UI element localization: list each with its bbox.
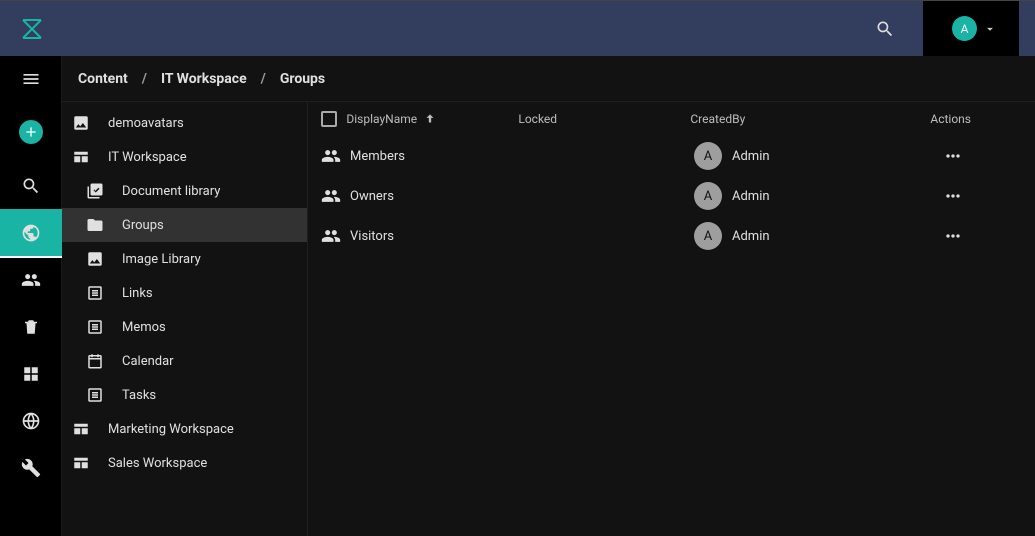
chevron-down-icon	[983, 22, 997, 36]
tree-item-label: IT Workspace	[108, 150, 187, 165]
sort-asc-icon	[423, 112, 437, 126]
tree-item-label: Image Library	[122, 252, 201, 267]
rail-search[interactable]	[0, 162, 62, 209]
group-icon	[318, 186, 344, 206]
workspace-icon	[70, 454, 92, 472]
rail-globe[interactable]	[0, 397, 62, 444]
rail-trash[interactable]	[0, 303, 62, 350]
list-icon	[84, 386, 106, 404]
tree-item-label: Document library	[122, 184, 220, 199]
doclib-icon	[84, 182, 106, 200]
breadcrumb-sep: /	[261, 71, 266, 87]
body: Content / IT Workspace / Groups demoavat…	[0, 56, 1035, 536]
tree-item-label: Links	[122, 286, 153, 301]
tree-item-label: demoavatars	[108, 116, 184, 131]
tree-item-label: Marketing Workspace	[108, 422, 234, 437]
tree-item[interactable]: Sales Workspace	[62, 446, 307, 480]
column-label: Locked	[518, 112, 557, 126]
avatar: A	[694, 182, 722, 210]
createdby-name: Admin	[732, 189, 770, 204]
top-bar: A	[0, 0, 1035, 56]
row-actions-button[interactable]	[943, 226, 963, 246]
rail-settings[interactable]	[0, 444, 62, 491]
cell-name: Members	[350, 149, 522, 164]
tree-item[interactable]: Groups	[62, 208, 307, 242]
workspace-icon	[70, 420, 92, 438]
cell-actions	[934, 146, 1025, 166]
column-label: CreatedBy	[690, 112, 745, 126]
createdby-name: Admin	[732, 229, 770, 244]
column-actions: Actions	[930, 112, 1025, 126]
breadcrumb-item[interactable]: Content	[78, 71, 128, 87]
breadcrumb-item[interactable]: IT Workspace	[161, 71, 247, 87]
cell-createdby: A Admin	[694, 182, 934, 210]
image-icon	[84, 250, 106, 268]
rail-apps[interactable]	[0, 350, 62, 397]
row-actions-button[interactable]	[943, 186, 963, 206]
avatar: A	[952, 16, 977, 41]
table-row[interactable]: Owners A Admin	[308, 176, 1035, 216]
tree-item[interactable]: Calendar	[62, 344, 307, 378]
tree-item-label: Groups	[122, 218, 164, 233]
row-actions-button[interactable]	[943, 146, 963, 166]
breadcrumb-sep: /	[142, 71, 147, 87]
rail-content[interactable]	[0, 209, 62, 256]
cell-name: Visitors	[350, 229, 522, 244]
column-locked[interactable]: Locked	[518, 112, 690, 126]
cell-createdby: A Admin	[694, 222, 934, 250]
image-icon	[70, 114, 92, 132]
table-row[interactable]: Visitors A Admin	[308, 216, 1035, 256]
table-row[interactable]: Members A Admin	[308, 136, 1035, 176]
cell-name: Owners	[350, 189, 522, 204]
column-label: Actions	[930, 112, 971, 126]
add-button[interactable]	[0, 102, 62, 162]
column-displayname[interactable]: DisplayName	[346, 112, 518, 126]
tree-item-label: Tasks	[122, 388, 156, 403]
tree-item[interactable]: Image Library	[62, 242, 307, 276]
tree-item-label: Sales Workspace	[108, 456, 207, 471]
breadcrumb: Content / IT Workspace / Groups	[62, 56, 1035, 102]
select-all-checkbox[interactable]	[318, 111, 340, 127]
main: Content / IT Workspace / Groups demoavat…	[62, 56, 1035, 536]
tree-item[interactable]: Links	[62, 276, 307, 310]
calendar-icon	[84, 352, 106, 370]
tree: demoavatars IT Workspace Document library G…	[62, 102, 308, 536]
createdby-name: Admin	[732, 149, 770, 164]
tree-item-label: Memos	[122, 320, 166, 335]
app-logo[interactable]	[20, 17, 44, 41]
tree-item[interactable]: demoavatars	[62, 106, 307, 140]
column-createdby[interactable]: CreatedBy	[690, 112, 930, 126]
tree-item[interactable]: Document library	[62, 174, 307, 208]
tree-item[interactable]: Tasks	[62, 378, 307, 412]
rail-users[interactable]	[0, 256, 62, 303]
list-icon	[84, 284, 106, 302]
tree-item[interactable]: Marketing Workspace	[62, 412, 307, 446]
tree-item[interactable]: Memos	[62, 310, 307, 344]
user-menu[interactable]: A	[924, 1, 1019, 57]
tree-item[interactable]: IT Workspace	[62, 140, 307, 174]
left-rail	[0, 56, 62, 536]
menu-toggle[interactable]	[0, 56, 62, 102]
avatar: A	[694, 222, 722, 250]
group-icon	[318, 226, 344, 246]
breadcrumb-item[interactable]: Groups	[280, 71, 325, 87]
folder-icon	[84, 216, 106, 234]
tree-item-label: Calendar	[122, 354, 174, 369]
top-search-button[interactable]	[859, 11, 911, 47]
content: demoavatars IT Workspace Document library G…	[62, 102, 1035, 536]
list-icon	[84, 318, 106, 336]
group-icon	[318, 146, 344, 166]
cell-actions	[934, 186, 1025, 206]
cell-createdby: A Admin	[694, 142, 934, 170]
cell-actions	[934, 226, 1025, 246]
avatar: A	[694, 142, 722, 170]
table-header: DisplayName Locked CreatedBy Actions	[308, 102, 1035, 136]
table: DisplayName Locked CreatedBy Actions	[308, 102, 1035, 536]
column-label: DisplayName	[346, 112, 417, 126]
workspace-icon	[70, 148, 92, 166]
